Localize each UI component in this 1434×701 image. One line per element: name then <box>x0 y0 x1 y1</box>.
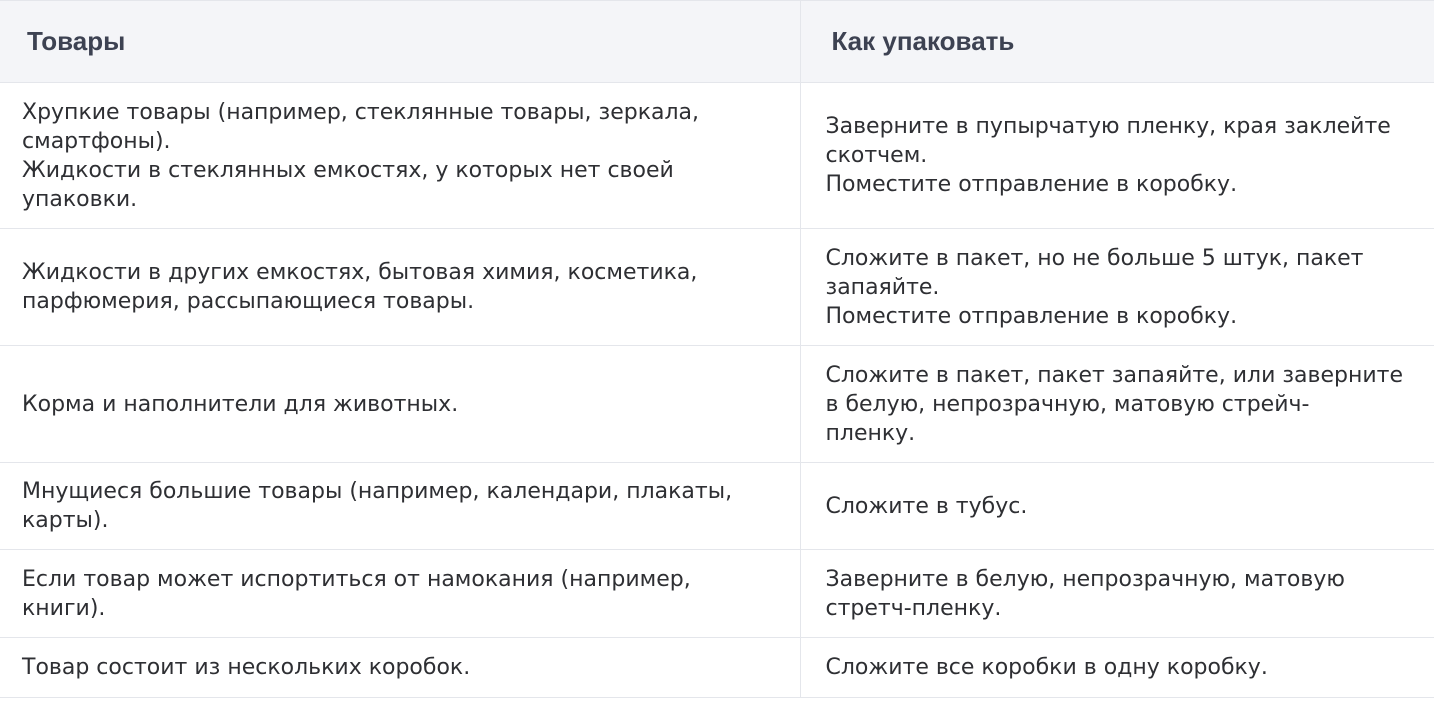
cell-line: упаковки. <box>22 186 138 212</box>
cell-line: Сложите в тубус. <box>825 493 1028 519</box>
cell-line: Поместите отправление в коробку. <box>825 303 1238 329</box>
cell-line: Жидкости в других емкостях, бытовая хими… <box>22 260 698 285</box>
cell-line: Мнущиеся большие товары (например, кален… <box>22 479 733 504</box>
goods-cell: Товар состоит из нескольких коробок. <box>0 637 801 698</box>
cell-line: Заверните в белую, непрозрачную, матовую <box>825 566 1345 592</box>
packing-table: Товары Как упаковать Хрупкие товары (нап… <box>0 0 1434 698</box>
pack-cell: Заверните в пупырчатую пленку, края закл… <box>800 82 1434 229</box>
table-row: Корма и наполнители для животных. Сложит… <box>0 345 1434 463</box>
table-row: Хрупкие товары (например, стеклянные тов… <box>0 82 1434 229</box>
table-row: Если товар может испортиться от намокани… <box>0 549 1434 638</box>
cell-line: Хрупкие товары (например, стеклянные тов… <box>22 99 700 125</box>
packing-table-container: Товары Как упаковать Хрупкие товары (нап… <box>0 0 1434 701</box>
cell-line: пленку. <box>825 420 916 446</box>
goods-cell: Жидкости в других емкостях, бытовая хими… <box>0 228 801 346</box>
pack-cell: Сложите в тубус. <box>800 462 1434 550</box>
cell-line: Сложите в пакет, но не больше 5 штук, па… <box>825 245 1364 271</box>
cell-line: карты). <box>22 508 109 533</box>
cell-line: запаяйте. <box>825 274 940 300</box>
goods-cell: Хрупкие товары (например, стеклянные тов… <box>0 82 801 229</box>
cell-line: Если товар может испортиться от намокани… <box>22 566 691 592</box>
table-row: Товар состоит из нескольких коробок. Сло… <box>0 637 1434 698</box>
goods-cell: Корма и наполнители для животных. <box>0 345 801 463</box>
goods-cell: Если товар может испортиться от намокани… <box>0 549 801 638</box>
cell-line: парфюмерия, рассыпающиеся товары. <box>22 289 475 314</box>
cell-line: в белую, непрозрачную, матовую стрейч- <box>825 391 1310 417</box>
cell-line: Заверните в пупырчатую пленку, края закл… <box>825 114 1391 139</box>
header-how-to-pack: Как упаковать <box>800 0 1434 83</box>
table-row: Жидкости в других емкостях, бытовая хими… <box>0 228 1434 346</box>
table-row: Мнущиеся большие товары (например, кален… <box>0 462 1434 550</box>
cell-line: Поместите отправление в коробку. <box>825 172 1238 197</box>
cell-line: смартфоны). <box>22 128 171 154</box>
goods-cell: Мнущиеся большие товары (например, кален… <box>0 462 801 550</box>
cell-line: скотчем. <box>825 143 928 168</box>
cell-line: Корма и наполнители для животных. <box>22 391 459 417</box>
cell-line: стретч-пленку. <box>825 595 1002 621</box>
pack-cell: Заверните в белую, непрозрачную, матовую… <box>800 549 1434 638</box>
cell-line: Жидкости в стеклянных емкостях, у которы… <box>22 157 674 183</box>
table-header-row: Товары Как упаковать <box>0 0 1434 83</box>
pack-cell: Сложите в пакет, но не больше 5 штук, па… <box>800 228 1434 346</box>
pack-cell: Сложите все коробки в одну коробку. <box>800 637 1434 698</box>
header-goods: Товары <box>0 0 801 83</box>
cell-line: Товар состоит из нескольких коробок. <box>22 655 471 680</box>
cell-line: Сложите в пакет, пакет запаяйте, или зав… <box>825 362 1404 388</box>
cell-line: Сложите все коробки в одну коробку. <box>825 655 1268 680</box>
cell-line: книги). <box>22 595 106 621</box>
pack-cell: Сложите в пакет, пакет запаяйте, или зав… <box>800 345 1434 463</box>
